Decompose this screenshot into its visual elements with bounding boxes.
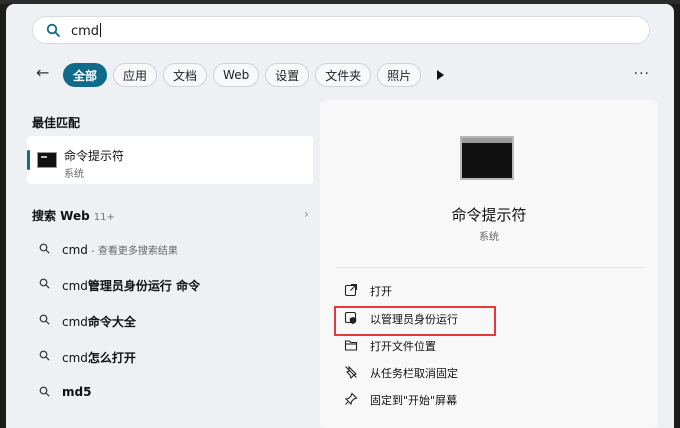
action-label: 固定到"开始"屏幕 <box>370 394 458 407</box>
best-match-title: 命令提示符 <box>64 149 125 163</box>
web-result-count: 11+ <box>93 212 115 223</box>
search-icon <box>39 278 50 289</box>
web-result-item[interactable]: cmd管理员身份运行 命令 <box>32 270 312 300</box>
action-open-file-location[interactable]: 打开文件位置 <box>344 335 644 357</box>
chip-folders[interactable]: 文件夹 <box>315 63 372 87</box>
selection-indicator <box>27 150 30 170</box>
details-subtitle: 系统 <box>479 232 499 243</box>
chip-settings[interactable]: 设置 <box>265 63 310 87</box>
action-label: 从任务栏取消固定 <box>370 367 458 380</box>
search-icon <box>39 386 50 397</box>
best-match-heading: 最佳匹配 <box>32 116 81 130</box>
search-icon <box>39 350 50 361</box>
command-prompt-icon <box>37 152 57 168</box>
chip-apps[interactable]: 应用 <box>113 63 158 87</box>
action-open[interactable]: 打开 <box>344 280 644 302</box>
web-expand-chevron-icon[interactable]: › <box>304 207 309 221</box>
chip-photos[interactable]: 照片 <box>377 63 422 87</box>
search-icon <box>39 314 50 325</box>
filter-chips: 全部 应用 文档 Web 设置 文件夹 照片 <box>63 62 445 88</box>
search-icon <box>39 243 50 254</box>
details-pane: 命令提示符 系统 打开 以管理员身份运行 打开文件位置 从任务栏取消固定 固定到… <box>320 100 658 428</box>
web-result-text: md5 <box>62 385 92 399</box>
pin-icon <box>344 392 358 406</box>
command-prompt-large-icon <box>460 136 514 180</box>
web-result-item[interactable]: md5 <box>32 378 312 408</box>
text-caret <box>100 23 102 37</box>
web-result-text: cmd命令大全 <box>62 315 136 329</box>
best-match-item[interactable]: 命令提示符 系统 <box>27 136 313 184</box>
folder-icon <box>344 340 358 351</box>
divider <box>336 267 642 268</box>
web-result-text: cmd怎么打开 <box>62 351 136 365</box>
web-result-text: cmd - 查看更多搜索结果 <box>62 243 178 257</box>
web-result-item[interactable]: cmd怎么打开 <box>32 342 312 372</box>
action-label: 打开 <box>370 285 392 298</box>
highlight-box <box>334 306 496 336</box>
web-result-text: cmd管理员身份运行 命令 <box>62 279 201 293</box>
chip-web[interactable]: Web <box>213 63 260 87</box>
more-filters-play-icon[interactable] <box>437 70 445 80</box>
more-options-icon[interactable]: ··· <box>634 66 650 82</box>
action-label: 打开文件位置 <box>370 340 436 353</box>
back-arrow-icon[interactable]: ← <box>36 63 49 82</box>
chip-all[interactable]: 全部 <box>63 63 108 87</box>
search-box[interactable]: cmd <box>32 16 650 44</box>
unpin-icon <box>345 365 357 379</box>
chip-documents[interactable]: 文档 <box>163 63 208 87</box>
action-pin-start[interactable]: 固定到"开始"屏幕 <box>344 389 644 411</box>
start-search-panel: cmd ← 全部 应用 文档 Web 设置 文件夹 照片 ··· 最佳匹配 命令… <box>6 4 674 428</box>
search-input[interactable]: cmd <box>71 23 102 39</box>
action-unpin-taskbar[interactable]: 从任务栏取消固定 <box>344 362 644 384</box>
search-icon <box>46 23 60 37</box>
web-result-item[interactable]: cmd命令大全 <box>32 306 312 336</box>
web-result-item[interactable]: cmd - 查看更多搜索结果 <box>32 235 312 265</box>
open-external-icon <box>344 283 358 297</box>
best-match-subtitle: 系统 <box>64 169 84 180</box>
web-search-heading: 搜索 Web 11+ <box>32 209 115 223</box>
details-title: 命令提示符 <box>451 206 527 224</box>
